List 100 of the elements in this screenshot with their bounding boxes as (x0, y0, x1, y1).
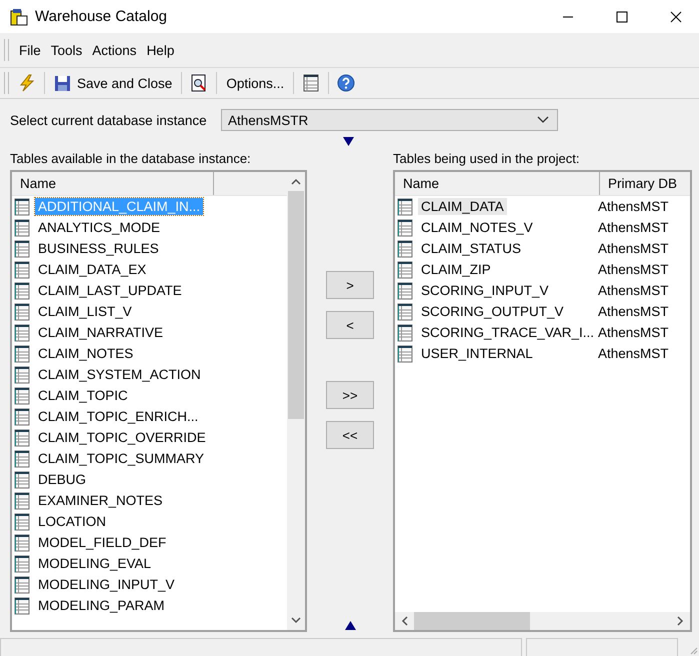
table-icon (397, 344, 413, 362)
table-list-item[interactable]: MODELING_INPUT_V (35, 576, 178, 593)
table-icon (14, 408, 30, 426)
table-icon (14, 386, 30, 404)
maximize-icon[interactable] (616, 10, 628, 22)
app-icon (10, 8, 28, 26)
table-icon (14, 302, 30, 320)
triangle-down-icon[interactable] (343, 136, 354, 146)
table-cell: AthensMST (598, 199, 669, 214)
table-list-item[interactable]: CLAIM_DATA (418, 198, 507, 215)
table-icon (397, 218, 413, 236)
table-icon (14, 450, 30, 468)
scrollbar-thumb[interactable] (414, 612, 530, 630)
chevron-down-icon[interactable] (291, 617, 301, 624)
table-list-item[interactable]: LOCATION (35, 513, 110, 530)
table-icon (14, 260, 30, 278)
table-icon (14, 428, 30, 446)
table-list-item[interactable]: CLAIM_LAST_UPDATE (35, 282, 185, 299)
table-list-item[interactable]: BUSINESS_RULES (35, 240, 162, 257)
table-list-item[interactable]: EXAMINER_NOTES (35, 492, 166, 509)
table-icon (397, 324, 413, 342)
table-icon (14, 576, 30, 594)
table-list-item[interactable]: CLAIM_TOPIC (35, 387, 131, 404)
table-list-item[interactable]: CLAIM_NARRATIVE (35, 324, 166, 341)
table-list-item[interactable]: SCORING_TRACE_VAR_I... (418, 324, 598, 341)
table-icon (14, 596, 30, 614)
table-list-item[interactable]: SCORING_OUTPUT_V (418, 303, 567, 320)
table-cell: AthensMST (598, 262, 669, 277)
help-icon[interactable] (337, 74, 356, 92)
table-list-item[interactable]: SCORING_INPUT_V (418, 282, 552, 299)
transfer-button[interactable]: >> (326, 381, 374, 409)
menu-item[interactable]: File (15, 42, 47, 58)
column-header[interactable]: Name (395, 172, 600, 195)
table-cell: AthensMST (598, 346, 669, 361)
table-cell: AthensMST (598, 241, 669, 256)
table-icon (397, 260, 413, 278)
table-list-item[interactable]: CLAIM_DATA_EX (35, 261, 150, 278)
table-list-item[interactable]: CLAIM_NOTES_V (418, 219, 536, 236)
table-icon (14, 198, 30, 216)
table-icon (14, 324, 30, 342)
transfer-button[interactable]: < (326, 311, 374, 339)
toolbar-button[interactable]: Options... (222, 74, 288, 92)
window-title: Warehouse Catalog (35, 8, 168, 25)
table-list-item[interactable]: ANALYTICS_MODE (35, 219, 164, 236)
table-icon (14, 344, 30, 362)
table-icon (14, 470, 30, 488)
table-list-item[interactable]: DEBUG (35, 471, 90, 488)
magnifier-icon[interactable] (190, 74, 208, 92)
table-list-item[interactable]: CLAIM_LIST_V (35, 303, 135, 320)
table-cell: AthensMST (598, 325, 669, 340)
table-list-item[interactable]: MODELING_EVAL (35, 555, 154, 572)
close-icon[interactable] (670, 10, 682, 22)
table-list-item[interactable]: MODEL_FIELD_DEF (35, 534, 170, 551)
horizontal-scrollbar[interactable] (395, 612, 690, 630)
scrollbar-thumb[interactable] (288, 191, 304, 419)
resize-grip-icon[interactable] (688, 645, 698, 655)
triangle-up-icon[interactable] (344, 621, 356, 630)
chevron-down-icon (537, 116, 549, 124)
column-header[interactable]: Primary DB (600, 172, 690, 195)
table-icon (14, 218, 30, 236)
table-list-item[interactable]: CLAIM_TOPIC_OVERRIDE (35, 429, 209, 446)
table-icon (397, 282, 413, 300)
instance-dropdown[interactable]: AthensMSTR (221, 109, 558, 131)
used-tables-label: Tables being used in the project: (393, 151, 580, 168)
table-cell: AthensMST (598, 304, 669, 319)
table-list-item[interactable]: CLAIM_STATUS (418, 240, 524, 257)
table-icon (397, 302, 413, 320)
table-icon (14, 554, 30, 572)
table-list-item[interactable]: CLAIM_TOPIC_SUMMARY (35, 450, 208, 467)
lightning-icon[interactable] (18, 74, 36, 92)
table-icon (14, 534, 30, 552)
table-list-item[interactable]: CLAIM_ZIP (418, 261, 494, 278)
column-header[interactable]: Name (12, 172, 214, 195)
menu-item[interactable]: Tools (46, 42, 88, 58)
chevron-up-icon[interactable] (291, 178, 301, 185)
table-icon (397, 240, 413, 258)
table-cell: AthensMST (598, 220, 669, 235)
menu-item[interactable]: Help (142, 42, 180, 58)
table-icon (14, 512, 30, 530)
chevron-right-icon[interactable] (677, 616, 684, 626)
instance-label: Select current database instance (10, 112, 208, 128)
table-icon (14, 492, 30, 510)
table-icon (14, 366, 30, 384)
menu-item[interactable]: Actions (88, 42, 143, 58)
table-icon (14, 240, 30, 258)
chevron-left-icon[interactable] (401, 616, 408, 626)
table-list-item[interactable]: CLAIM_SYSTEM_ACTION (35, 366, 204, 383)
transfer-button[interactable]: > (326, 271, 374, 299)
available-tables-label: Tables available in the database instance: (10, 151, 252, 168)
transfer-button[interactable]: << (326, 421, 374, 449)
table-icon[interactable] (302, 74, 320, 92)
table-list-item[interactable]: CLAIM_TOPIC_ENRICH... (35, 408, 202, 425)
table-list-item[interactable]: CLAIM_NOTES (35, 345, 136, 362)
table-icon (397, 198, 413, 216)
vertical-scrollbar[interactable] (287, 172, 305, 630)
table-icon (14, 282, 30, 300)
toolbar-button[interactable]: Save and Close (50, 72, 176, 94)
table-list-item[interactable]: USER_INTERNAL (418, 345, 536, 362)
table-list-item[interactable]: MODELING_PARAM (35, 597, 168, 614)
table-cell: AthensMST (598, 283, 669, 298)
